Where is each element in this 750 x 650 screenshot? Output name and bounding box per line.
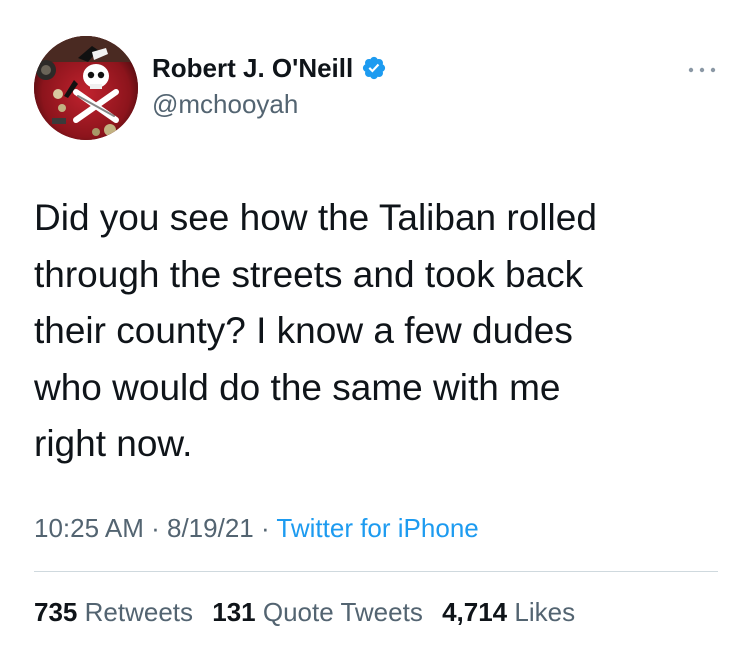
likes-label: Likes <box>514 597 576 627</box>
likes-stat[interactable]: 4,714 Likes <box>442 597 575 627</box>
tweet-metadata: 10:25 AM · 8/19/21 · Twitter for iPhone <box>34 511 479 545</box>
quote-tweets-label: Quote Tweets <box>262 597 423 627</box>
tweet-text: Did you see how the Taliban rolled throu… <box>34 197 597 464</box>
author-name[interactable]: Robert J. O'Neill <box>152 52 387 84</box>
verified-badge-icon <box>363 56 386 80</box>
divider <box>34 571 718 572</box>
author-avatar[interactable] <box>34 36 138 140</box>
tweet-time[interactable]: 10:25 AM <box>34 513 144 543</box>
retweets-label: Retweets <box>84 597 194 627</box>
quote-tweets-stat[interactable]: 131 Quote Tweets <box>212 597 423 627</box>
likes-count: 4,714 <box>442 597 508 627</box>
meta-separator: · <box>151 513 160 543</box>
tweet-stats: 735 Retweets 131 Quote Tweets 4,714 Like… <box>34 595 587 629</box>
retweets-stat[interactable]: 735 Retweets <box>34 597 193 627</box>
tweet-source-link[interactable]: Twitter for iPhone <box>276 513 478 543</box>
tweet-date[interactable]: 8/19/21 <box>167 513 254 543</box>
meta-separator: · <box>260 513 270 543</box>
author-display-name[interactable]: Robert J. O'Neill <box>152 52 353 84</box>
more-options-icon[interactable] <box>685 62 719 78</box>
quote-tweets-count: 131 <box>212 597 256 627</box>
author-handle[interactable]: @mchooyah <box>152 88 298 120</box>
skull-crossbones-avatar-icon <box>34 36 138 140</box>
retweets-count: 735 <box>34 597 78 627</box>
